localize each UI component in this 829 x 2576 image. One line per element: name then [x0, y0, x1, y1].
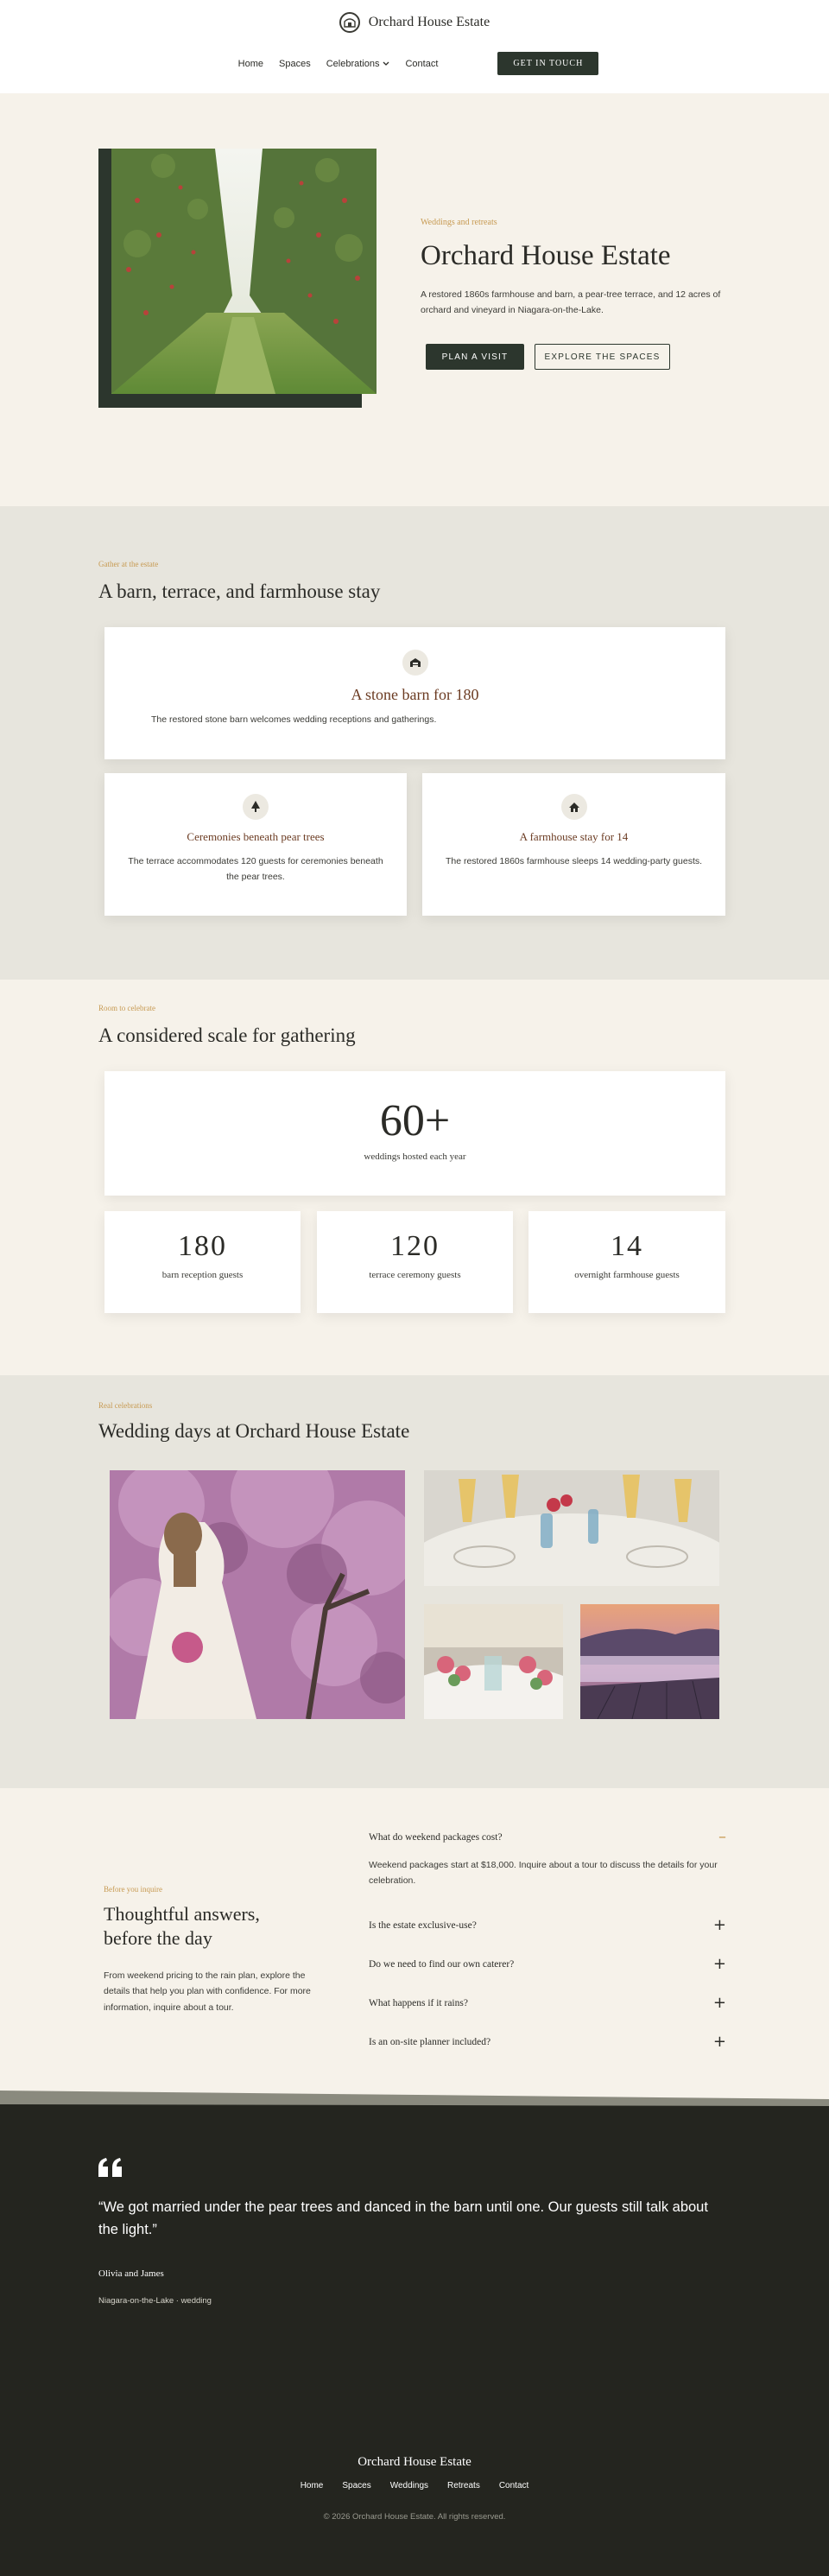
minus-icon: – [718, 1828, 726, 1846]
stat-label: terrace ceremony guests [369, 1270, 461, 1280]
gallery-photo-vineyard-dusk[interactable] [580, 1604, 719, 1719]
stat-label: barn reception guests [161, 1270, 244, 1280]
feature-title: A farmhouse stay for 14 [519, 830, 629, 843]
faq-question-exclusive[interactable]: Is the estate exclusive-use? + [369, 1918, 726, 1933]
nav-contact[interactable]: Contact [405, 59, 438, 69]
plan-a-visit-button[interactable]: PLAN A VISIT [426, 344, 524, 370]
barn-arch-icon [339, 12, 360, 33]
faq-intro: From weekend pricing to the rain plan, e… [104, 1970, 311, 2013]
faq-question-pricing[interactable]: What do weekend packages cost? – [369, 1830, 726, 1845]
hero-eyebrow: Weddings and retreats [421, 218, 497, 227]
main-nav: Home Spaces Celebrations Contact GET IN … [0, 52, 829, 75]
house-icon [560, 794, 587, 820]
faq-eyebrow: Before you inquire [104, 1885, 162, 1894]
explore-spaces-button[interactable]: EXPLORE THE SPACES [535, 344, 670, 370]
testimonial-meta: Niagara-on-the-Lake · wedding [98, 2296, 212, 2306]
faq-question: Do we need to find our own caterer? [369, 1959, 515, 1970]
faq-question: What happens if it rains? [369, 1998, 468, 2008]
feature-card-farmhouse: A farmhouse stay for 14 The restored 186… [422, 773, 725, 916]
stat-label: overnight farmhouse guests [574, 1270, 680, 1280]
feature-card-barn: A stone barn for 180 The restored stone … [104, 627, 725, 759]
faq-question: Is the estate exclusive-use? [369, 1920, 477, 1931]
testimonial-footer-section: “We got married under the pear trees and… [0, 2123, 829, 2576]
footer-link-weddings[interactable]: Weddings [390, 2481, 428, 2490]
feature-desc: The restored stone barn welcomes wedding… [151, 714, 437, 725]
feature-card-terrace: Ceremonies beneath pear trees The terrac… [104, 773, 407, 916]
stat-card: 120 terrace ceremony guests [317, 1211, 513, 1313]
faq-title: Thoughtful answers, before the day [104, 1902, 260, 1950]
faq-section: Before you inquire Thoughtful answers, b… [0, 1788, 829, 2123]
gallery-photo-centerpiece[interactable] [424, 1604, 563, 1719]
brand[interactable]: Orchard House Estate [0, 12, 829, 33]
gallery-title: Wedding days at Orchard House Estate [98, 1420, 410, 1442]
feature-desc: The terrace accommodates 120 guests for … [128, 856, 383, 882]
stat-value: 180 [178, 1230, 227, 1262]
gallery-photo-table-setting[interactable] [424, 1470, 719, 1586]
faq-question: What do weekend packages cost? [369, 1832, 503, 1843]
stat-card-main: 60+ weddings hosted each year [104, 1071, 725, 1196]
faq-title-line: before the day [104, 1926, 212, 1949]
stats-title: A considered scale for gathering [98, 1025, 356, 1046]
footer-link-home[interactable]: Home [301, 2481, 324, 2490]
faq-question-caterer[interactable]: Do we need to find our own caterer? + [369, 1957, 726, 1972]
stat-value: 14 [611, 1230, 643, 1262]
gallery-eyebrow: Real celebrations [98, 1401, 153, 1410]
features-eyebrow: Gather at the estate [98, 560, 159, 568]
plus-icon: + [712, 1994, 726, 2012]
faq-question-planner[interactable]: Is an on-site planner included? + [369, 2034, 726, 2050]
barn-icon [402, 650, 428, 676]
nav-home[interactable]: Home [238, 59, 263, 69]
stat-value: 120 [390, 1230, 440, 1262]
feature-desc: The restored 1860s farmhouse sleeps 14 w… [445, 856, 703, 866]
faq-question: Is an on-site planner included? [369, 2037, 491, 2047]
section-divider [0, 2091, 829, 2123]
stat-card: 180 barn reception guests [104, 1211, 301, 1313]
features-title: A barn, terrace, and farmhouse stay [98, 581, 381, 602]
hero-orchard-photo [111, 149, 377, 394]
gallery-section: Real celebrations Wedding days at Orchar… [0, 1375, 829, 1788]
feature-title: Ceremonies beneath pear trees [187, 830, 325, 843]
brand-name: Orchard House Estate [368, 15, 490, 29]
testimonial-quote: “We got married under the pear trees and… [98, 2199, 708, 2238]
chevron-down-icon [383, 61, 389, 66]
gallery-photo-bride[interactable] [110, 1470, 405, 1719]
testimonial-author: Olivia and James [98, 2268, 164, 2279]
stat-label: weddings hosted each year [364, 1152, 466, 1162]
faq-question-rain[interactable]: What happens if it rains? + [369, 1995, 726, 2011]
nav-spaces[interactable]: Spaces [279, 59, 311, 69]
footer-link-contact[interactable]: Contact [499, 2481, 528, 2490]
footer-link-spaces[interactable]: Spaces [342, 2481, 370, 2490]
plus-icon: + [712, 1916, 726, 1934]
plus-icon: + [712, 2033, 726, 2051]
hero-description: A restored 1860s farmhouse and barn, a p… [421, 289, 721, 316]
stats-eyebrow: Room to celebrate [98, 1004, 155, 1012]
feature-title: A stone barn for 180 [351, 686, 479, 703]
stat-value: 60+ [379, 1096, 451, 1145]
site-header: Orchard House Estate Home Spaces Celebra… [0, 0, 829, 93]
hero-section: Weddings and retreats Orchard House Esta… [0, 93, 829, 506]
footer-brand[interactable]: Orchard House Estate [0, 2455, 829, 2470]
get-in-touch-button[interactable]: GET IN TOUCH [497, 52, 599, 75]
features-section: Gather at the estate A barn, terrace, an… [0, 506, 829, 980]
nav-celebrations-label: Celebrations [326, 58, 380, 69]
nav-celebrations[interactable]: Celebrations [326, 59, 390, 69]
stats-section: Room to celebrate A considered scale for… [0, 980, 829, 1375]
tree-icon [243, 794, 269, 820]
quote-icon [98, 2158, 122, 2177]
copyright: © 2026 Orchard House Estate. All rights … [323, 2512, 506, 2522]
footer-link-retreats[interactable]: Retreats [447, 2481, 480, 2490]
plus-icon: + [712, 1955, 726, 1973]
faq-answer: Weekend packages start at $18,000. Inqui… [369, 1860, 718, 1887]
footer-nav: Home Spaces Weddings Retreats Contact [0, 2481, 829, 2490]
faq-title-line: Thoughtful answers, [104, 1903, 260, 1925]
page-title: Orchard House Estate [421, 240, 671, 271]
stat-card: 14 overnight farmhouse guests [528, 1211, 725, 1313]
